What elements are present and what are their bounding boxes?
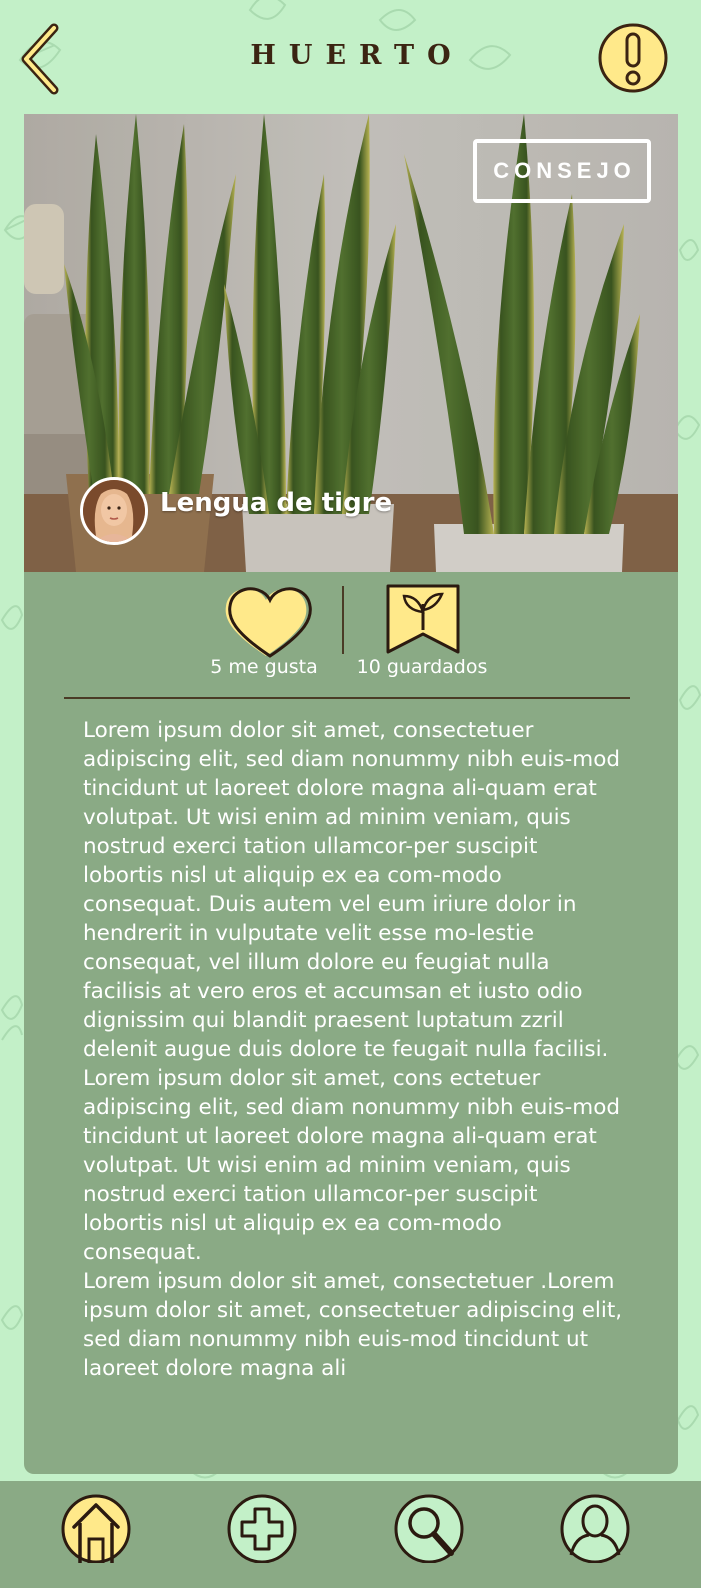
- bottom-nav: [0, 1481, 701, 1588]
- divider: [64, 697, 630, 699]
- home-icon[interactable]: [60, 1491, 132, 1563]
- plant-photo: CONSEJO Lengua de tigre: [24, 114, 678, 572]
- alert-icon[interactable]: [598, 22, 672, 96]
- post-paragraph: Lorem ipsum dolor sit amet, cons ectetue…: [83, 1066, 620, 1265]
- profile-icon[interactable]: [559, 1491, 631, 1563]
- plant-name: Lengua de tigre: [160, 488, 393, 518]
- avatar[interactable]: [80, 477, 148, 545]
- post-card: CONSEJO Lengua de tigre 5 me gusta 10 gu…: [24, 114, 678, 1474]
- post-body: Lorem ipsum dolor sit amet, consectetuer…: [83, 716, 623, 1383]
- stats-bar: 5 me gusta 10 guardados: [24, 572, 678, 702]
- heart-icon[interactable]: [220, 584, 312, 662]
- post-paragraph: Lorem ipsum dolor sit amet, consectetuer…: [83, 718, 620, 1062]
- tip-button[interactable]: CONSEJO: [473, 139, 651, 203]
- saves-count: 10 guardados: [356, 656, 488, 678]
- app-header: HUERTO: [0, 0, 701, 112]
- likes-count: 5 me gusta: [210, 656, 318, 678]
- search-icon[interactable]: [393, 1491, 465, 1563]
- page-title: HUERTO: [250, 40, 464, 71]
- post-paragraph: Lorem ipsum dolor sit amet, consectetuer…: [83, 1269, 623, 1381]
- add-icon[interactable]: [226, 1491, 298, 1563]
- user-photo-icon: [83, 480, 145, 542]
- stats-divider: [342, 586, 344, 654]
- bookmark-plant-icon[interactable]: [384, 582, 462, 658]
